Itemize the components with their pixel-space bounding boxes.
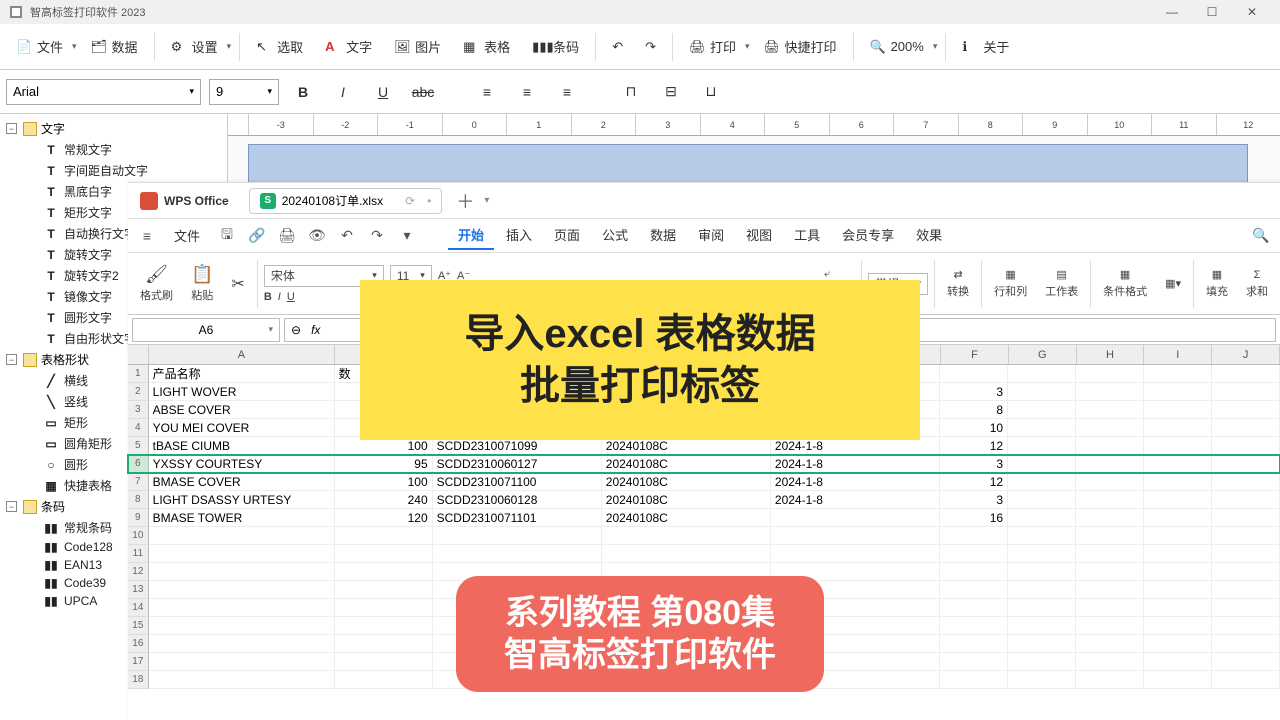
align-left-button[interactable]: ≡ <box>471 77 503 107</box>
text-tool[interactable]: A文字 <box>315 29 382 65</box>
col-header[interactable]: F <box>941 345 1009 364</box>
rib-fill[interactable]: ▦填充 <box>1200 268 1234 299</box>
table-row[interactable]: 11 <box>128 545 1280 563</box>
maximize-button[interactable]: ☐ <box>1192 0 1232 24</box>
settings-menu[interactable]: ⚙设置 <box>161 29 234 65</box>
wps-save-icon[interactable]: 🖫 <box>214 223 240 249</box>
italic-button[interactable]: I <box>327 77 359 107</box>
rib-underline[interactable]: U <box>287 291 295 303</box>
wps-tab-开始[interactable]: 开始 <box>448 221 494 250</box>
table-row[interactable]: 8LIGHT DSASSY URTESY240SCDD2310060128202… <box>128 491 1280 509</box>
col-header[interactable] <box>128 345 149 364</box>
rib-sum[interactable]: Σ求和 <box>1240 269 1274 299</box>
wps-tab-工具[interactable]: 工具 <box>784 221 830 250</box>
rib-tablefmt[interactable]: ▦▾ <box>1159 277 1187 290</box>
main-toolbar: 📄文件 🗂数据 ⚙设置 ↖选取 A文字 🖼图片 ▦表格 ▮▮▮条码 ↶ ↷ 🖨打… <box>0 24 1280 70</box>
zoom-control[interactable]: 🔍200% <box>860 29 940 65</box>
bold-button[interactable]: B <box>287 77 319 107</box>
data-menu[interactable]: 🗂数据 <box>81 29 148 65</box>
wps-file-menu[interactable]: 文件 <box>164 222 210 249</box>
valign-bot-button[interactable]: ⊔ <box>695 77 727 107</box>
rib-italic[interactable]: I <box>278 291 281 303</box>
strike-button[interactable]: abc <box>407 77 439 107</box>
wps-tab-插入[interactable]: 插入 <box>496 221 542 250</box>
align-center-button[interactable]: ≡ <box>511 77 543 107</box>
tree-item[interactable]: T常规文字 <box>0 139 227 160</box>
wps-tab-页面[interactable]: 页面 <box>544 221 590 250</box>
wps-tab-会员专享[interactable]: 会员专享 <box>832 221 904 250</box>
file-menu[interactable]: 📄文件 <box>6 29 79 65</box>
wps-tab-视图[interactable]: 视图 <box>736 221 782 250</box>
wps-titlebar: WPS Office S20240108订单.xlsx⟳• ＋ ▾ <box>128 183 1280 219</box>
wps-link-icon[interactable]: 🔗 <box>244 223 270 249</box>
overlay-title: 导入excel 表格数据 批量打印标签 <box>360 280 920 440</box>
col-header[interactable]: H <box>1077 345 1145 364</box>
table-tool[interactable]: ▦表格 <box>453 29 520 65</box>
rib-cut[interactable]: ✂ <box>225 274 250 294</box>
valign-top-button[interactable]: ⊓ <box>615 77 647 107</box>
rib-format-brush[interactable]: 🖌格式刷 <box>134 264 179 303</box>
font-select[interactable]: Arial▾ <box>6 79 201 105</box>
overlay-badge: 系列教程 第080集 智高标签打印软件 <box>456 576 824 692</box>
wps-tab-审阅[interactable]: 审阅 <box>688 221 734 250</box>
image-tool[interactable]: 🖼图片 <box>384 29 451 65</box>
rib-condfmt[interactable]: ▦条件格式 <box>1097 268 1153 299</box>
table-row[interactable]: 7BMASE COVER100SCDD231007110020240108C20… <box>128 473 1280 491</box>
app-icon <box>8 4 24 20</box>
wps-file-tab[interactable]: S20240108订单.xlsx⟳• <box>249 188 443 214</box>
ruler-horizontal: -3-2-10123456789101112 <box>228 114 1280 136</box>
table-row[interactable]: 6YXSSY COURTESY95SCDD231006012720240108C… <box>128 455 1280 473</box>
font-size-select[interactable]: 9▾ <box>209 79 279 105</box>
wps-tab-数据[interactable]: 数据 <box>640 221 686 250</box>
wps-redo-icon[interactable]: ↷ <box>364 223 390 249</box>
wps-preview-icon[interactable]: 👁 <box>304 223 330 249</box>
quickprint-button[interactable]: 🖨快捷打印 <box>754 29 847 65</box>
col-header[interactable]: A <box>149 345 335 364</box>
undo-button[interactable]: ↶ <box>602 29 633 65</box>
wps-tab-效果[interactable]: 效果 <box>906 221 952 250</box>
align-right-button[interactable]: ≡ <box>551 77 583 107</box>
zoom-out-icon[interactable]: ⊖ <box>291 323 301 337</box>
underline-button[interactable]: U <box>367 77 399 107</box>
redo-button[interactable]: ↷ <box>635 29 666 65</box>
table-row[interactable]: 10 <box>128 527 1280 545</box>
wps-logo: WPS Office <box>134 192 235 210</box>
col-header[interactable]: I <box>1144 345 1212 364</box>
rib-worksheet[interactable]: ▤工作表 <box>1039 268 1084 299</box>
minimize-button[interactable]: — <box>1152 0 1192 24</box>
wps-search-icon[interactable]: 🔍 <box>1248 223 1274 249</box>
table-row[interactable]: 9BMASE TOWER120SCDD231007110120240108C16 <box>128 509 1280 527</box>
select-tool[interactable]: ↖选取 <box>246 29 313 65</box>
wps-print-icon[interactable]: 🖨 <box>274 223 300 249</box>
app-title-bar: 智高标签打印软件 2023 — ☐ ✕ <box>0 0 1280 24</box>
barcode-tool[interactable]: ▮▮▮条码 <box>522 29 589 65</box>
wps-menu-bar: ≡ 文件 🖫 🔗 🖨 👁 ↶ ↷ ▾ 开始插入页面公式数据审阅视图工具会员专享效… <box>128 219 1280 253</box>
close-button[interactable]: ✕ <box>1232 0 1272 24</box>
valign-mid-button[interactable]: ⊟ <box>655 77 687 107</box>
rib-bold[interactable]: B <box>264 291 272 303</box>
wps-undo-icon[interactable]: ↶ <box>334 223 360 249</box>
rib-rowcol[interactable]: ▦行和列 <box>988 268 1033 299</box>
tree-item[interactable]: T字间距自动文字 <box>0 160 227 181</box>
tree-group-text[interactable]: −文字 <box>0 118 227 139</box>
wps-new-tab[interactable]: ＋ <box>456 188 474 214</box>
format-toolbar: Arial▾ 9▾ B I U abc ≡ ≡ ≡ ⊓ ⊟ ⊔ <box>0 70 1280 114</box>
wps-hamburger-icon[interactable]: ≡ <box>134 223 160 249</box>
wps-tab-公式[interactable]: 公式 <box>592 221 638 250</box>
col-header[interactable]: J <box>1212 345 1280 364</box>
col-header[interactable]: G <box>1009 345 1077 364</box>
about-button[interactable]: ℹ关于 <box>952 29 1019 65</box>
rib-convert[interactable]: ⇄转换 <box>941 268 975 299</box>
app-title: 智高标签打印软件 2023 <box>30 4 146 20</box>
cell-reference[interactable]: A6 <box>132 318 280 342</box>
wps-dropdown-icon[interactable]: ▾ <box>394 223 420 249</box>
print-button[interactable]: 🖨打印 <box>679 29 752 65</box>
rib-paste[interactable]: 📋粘贴 <box>185 264 219 303</box>
